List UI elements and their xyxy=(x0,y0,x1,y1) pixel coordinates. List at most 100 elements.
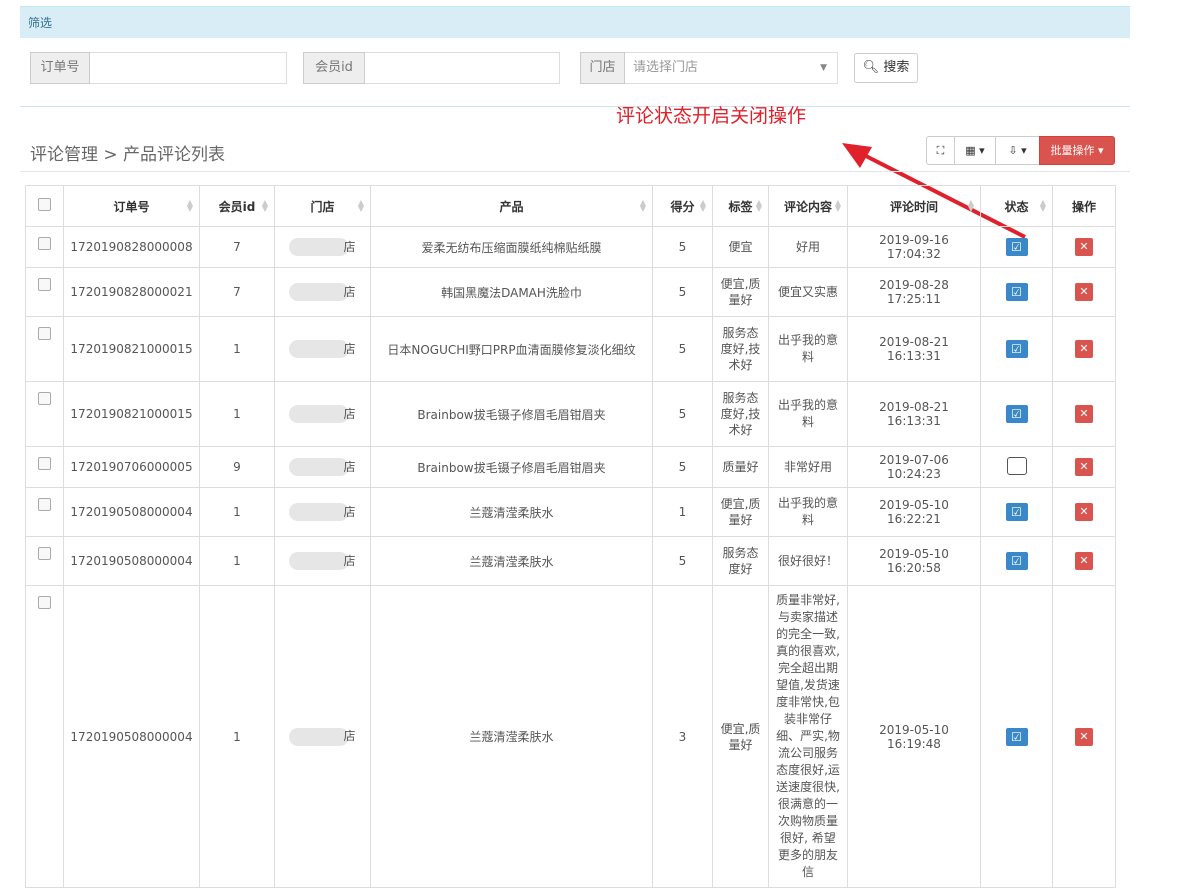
store-name-redacted xyxy=(289,503,350,522)
delete-button[interactable]: ✕ xyxy=(1075,283,1093,301)
content-cell: 便宜又实惠 xyxy=(768,267,848,317)
store-cell: 店 xyxy=(274,536,371,586)
status-toggle[interactable]: ☑ xyxy=(1005,340,1028,358)
row-checkbox[interactable] xyxy=(38,237,51,250)
sort-icon: ▲ ▼ xyxy=(357,198,364,213)
row-checkbox[interactable] xyxy=(38,392,51,405)
row-select-cell xyxy=(25,226,64,268)
col-member-label: 会员id xyxy=(218,199,256,214)
columns-button[interactable]: ▦ ▾ xyxy=(954,136,996,165)
row-checkbox[interactable] xyxy=(38,457,51,470)
row-checkbox[interactable] xyxy=(38,327,51,340)
member-cell: 1 xyxy=(199,381,275,447)
fullscreen-button[interactable]: ⛶ xyxy=(926,136,955,165)
col-store[interactable]: 门店 ▲ ▼ xyxy=(274,185,371,227)
store-name-suffix: 店 xyxy=(343,239,356,254)
store-name-redacted xyxy=(289,458,350,477)
store-cell: 店 xyxy=(274,316,371,382)
col-status[interactable]: 状态 ▲ ▼ xyxy=(980,185,1053,227)
status-toggle[interactable]: ☑ xyxy=(1005,405,1028,423)
time-cell: 2019-09-16 17:04:32 xyxy=(847,226,981,268)
action-cell: ✕ xyxy=(1052,226,1116,268)
batch-operation-label: 批量操作 xyxy=(1050,144,1095,157)
content-cell: 非常好用 xyxy=(768,446,848,488)
download-icon: ⇩ ▾ xyxy=(1008,144,1027,157)
store-name-suffix: 店 xyxy=(343,459,356,474)
col-order[interactable]: 订单号 ▲ ▼ xyxy=(63,185,200,227)
row-checkbox[interactable] xyxy=(38,498,51,511)
status-cell: ☑ xyxy=(980,585,1053,888)
product-cell: Brainbow拔毛镊子修眉毛眉钳眉夹 xyxy=(370,446,653,488)
status-toggle[interactable]: ☑ xyxy=(1005,238,1028,256)
status-checked-icon: ☑ xyxy=(1005,503,1028,521)
status-checked-icon: ☑ xyxy=(1005,340,1028,358)
status-toggle[interactable]: ☑ xyxy=(1005,552,1028,570)
status-toggle[interactable]: ☑ xyxy=(1005,283,1028,301)
action-cell: ✕ xyxy=(1052,316,1116,382)
col-time[interactable]: 评论时间 ▲ ▼ xyxy=(847,185,981,227)
content-cell: 出乎我的意料 xyxy=(768,381,848,447)
store-name-redacted xyxy=(289,405,350,424)
time-cell: 2019-05-10 16:19:48 xyxy=(847,585,981,888)
row-select-cell xyxy=(25,536,64,586)
product-cell: 爱柔无纺布压缩面膜纸纯棉贴纸膜 xyxy=(370,226,653,268)
export-button[interactable]: ⇩ ▾ xyxy=(995,136,1040,165)
row-checkbox[interactable] xyxy=(38,547,51,560)
delete-button[interactable]: ✕ xyxy=(1075,340,1093,358)
row-select-cell xyxy=(25,585,64,888)
member-cell: 1 xyxy=(199,536,275,586)
status-toggle[interactable] xyxy=(1006,456,1027,478)
col-tag[interactable]: 标签 ▲ ▼ xyxy=(712,185,769,227)
sort-icon: ▲ ▼ xyxy=(639,198,646,213)
score-cell: 5 xyxy=(652,446,713,488)
order-cell: 1720190828000008 xyxy=(63,226,200,268)
tag-cell: 服务态度好 xyxy=(712,536,769,586)
score-cell: 3 xyxy=(652,585,713,888)
action-cell: ✕ xyxy=(1052,585,1116,888)
select-all-checkbox[interactable] xyxy=(38,198,51,211)
delete-button[interactable]: ✕ xyxy=(1075,727,1093,746)
member-cell: 7 xyxy=(199,226,275,268)
status-toggle[interactable]: ☑ xyxy=(1005,727,1028,746)
tag-cell: 便宜,质量好 xyxy=(712,487,769,537)
tag-cell: 服务态度好,技术好 xyxy=(712,381,769,447)
status-toggle[interactable]: ☑ xyxy=(1005,503,1028,521)
col-tag-label: 标签 xyxy=(728,199,753,214)
store-name-redacted xyxy=(289,727,350,746)
delete-button[interactable]: ✕ xyxy=(1075,503,1093,521)
store-name-suffix: 店 xyxy=(343,729,356,744)
col-action-label: 操作 xyxy=(1071,199,1096,214)
row-checkbox[interactable] xyxy=(38,596,51,609)
table-body: 1720190828000008 7 店爱柔无纺布压缩面膜纸纯棉贴纸膜 5 便宜 好用 20… xyxy=(25,226,1116,888)
time-cell: 2019-08-28 17:25:11 xyxy=(847,267,981,317)
delete-button[interactable]: ✕ xyxy=(1075,552,1093,570)
delete-button[interactable]: ✕ xyxy=(1075,405,1093,423)
row-checkbox[interactable] xyxy=(38,278,51,291)
sort-icon: ▲ ▼ xyxy=(261,198,268,213)
caret-down-icon: ▾ xyxy=(1097,144,1104,157)
content-cell: 质量非常好,与卖家描述的完全一致,真的很喜欢,完全超出期望值,发货速度非常快,包… xyxy=(768,585,848,888)
table-row: 1720190821000015 1 店日本NOGUCHI野口PRP血清面膜修复淡化… xyxy=(25,316,1116,382)
order-cell: 1720190821000015 xyxy=(63,381,200,447)
col-score[interactable]: 得分 ▲ ▼ xyxy=(652,185,713,227)
col-status-label: 状态 xyxy=(1004,199,1029,214)
store-cell: 店 xyxy=(274,267,371,317)
col-content[interactable]: 评论内容 ▲ ▼ xyxy=(768,185,848,227)
breadcrumb: 评论管理 > 产品评论列表 xyxy=(30,145,226,165)
delete-button[interactable]: ✕ xyxy=(1075,458,1093,476)
delete-button[interactable]: ✕ xyxy=(1075,238,1093,256)
member-cell: 9 xyxy=(199,446,275,488)
score-cell: 1 xyxy=(652,487,713,537)
close-icon: ✕ xyxy=(1079,342,1089,355)
col-member[interactable]: 会员id ▲ ▼ xyxy=(199,185,275,227)
product-cell: 韩国黑魔法DAMAH洗脸巾 xyxy=(370,267,653,317)
batch-operation-button[interactable]: 批量操作 ▾ xyxy=(1039,136,1115,165)
col-product[interactable]: 产品 ▲ ▼ xyxy=(370,185,653,227)
time-cell: 2019-07-06 10:24:23 xyxy=(847,446,981,488)
table-row: 1720190821000015 1 店 Brainbow拔毛镊子修眉毛眉钳眉夹 5 服务… xyxy=(25,381,1116,447)
status-cell: ☑ xyxy=(980,536,1053,586)
close-icon: ✕ xyxy=(1079,240,1089,253)
member-cell: 1 xyxy=(199,585,275,888)
order-cell: 1720190508000004 xyxy=(63,536,200,586)
order-cell: 1720190821000015 xyxy=(63,316,200,382)
